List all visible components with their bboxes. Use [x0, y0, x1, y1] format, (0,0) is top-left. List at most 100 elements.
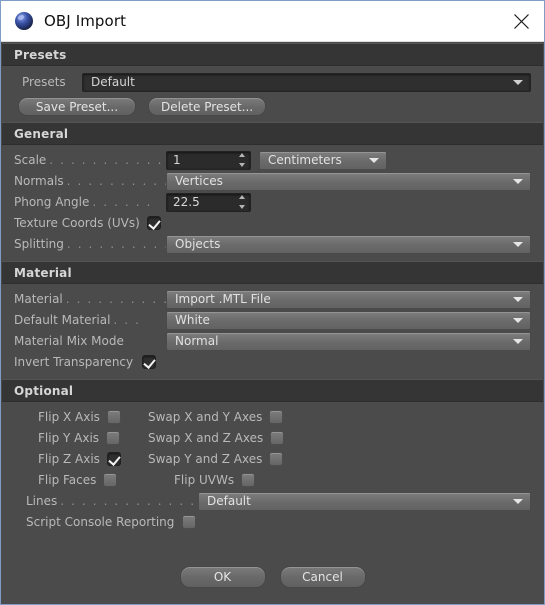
presets-dropdown[interactable]: Default	[82, 72, 531, 92]
ok-button[interactable]: OK	[179, 566, 266, 588]
material-mix-mode-value: Normal	[175, 334, 219, 348]
scale-input[interactable]: 1	[166, 150, 251, 170]
chevron-down-icon	[369, 158, 379, 163]
group-body-material: Material . . . . . . . . . . Import .MTL…	[2, 284, 543, 379]
row-flip-x-swap-xy: Flip X Axis Swap X and Y Axes	[2, 407, 543, 427]
phong-angle-input[interactable]: 22.5	[166, 192, 251, 212]
cancel-button[interactable]: Cancel	[279, 566, 366, 588]
row-texture-coords: Texture Coords (UVs)	[2, 213, 543, 233]
flip-y-axis-checkbox[interactable]	[106, 431, 121, 445]
flip-uvws-checkbox[interactable]	[241, 473, 256, 487]
lines-dropdown[interactable]: Default	[198, 491, 531, 511]
flip-uvws-label: Flip UVWs	[174, 473, 235, 487]
delete-preset-button[interactable]: Delete Preset...	[148, 97, 267, 116]
swap-y-z-axes-label: Swap Y and Z Axes	[148, 452, 263, 466]
material-mix-mode-dropdown[interactable]: Normal	[166, 331, 531, 351]
row-material-mix-mode: Material Mix Mode Normal	[2, 331, 543, 351]
phong-angle-stepper[interactable]	[238, 195, 246, 209]
material-mix-mode-label: Material Mix Mode	[14, 334, 124, 348]
close-icon[interactable]	[498, 1, 544, 41]
group-general: General Scale . . . . . . . . . . . . 1 …	[2, 122, 543, 261]
title-bar: OBJ Import	[1, 1, 544, 42]
save-preset-button[interactable]: Save Preset...	[18, 97, 136, 116]
row-invert-transparency: Invert Transparency	[2, 352, 543, 372]
flip-x-axis-checkbox[interactable]	[106, 410, 121, 424]
flip-y-axis-label: Flip Y Axis	[38, 431, 100, 445]
presets-label: Presets	[22, 75, 66, 89]
material-label: Material . . . . . . . . . .	[14, 292, 166, 306]
group-material: Material Material . . . . . . . . . . Im…	[2, 261, 543, 379]
lines-value: Default	[207, 494, 251, 508]
default-material-label: Default Material . . .	[14, 313, 141, 327]
normals-value: Vertices	[175, 174, 223, 188]
swap-x-z-axes-label: Swap X and Z Axes	[148, 431, 264, 445]
swap-y-z-axes-checkbox[interactable]	[269, 452, 284, 466]
window-title: OBJ Import	[44, 12, 127, 30]
row-script-console-reporting: Script Console Reporting	[2, 512, 543, 532]
group-body-presets: Presets Default Save Preset... Delete Pr…	[2, 66, 543, 122]
row-scale: Scale . . . . . . . . . . . . 1 Centimet…	[2, 150, 543, 170]
group-header-material: Material	[2, 261, 543, 284]
chevron-down-icon	[513, 499, 523, 504]
material-value: Import .MTL File	[175, 292, 271, 306]
flip-z-axis-cell: Flip Z Axis	[14, 452, 146, 466]
splitting-label: Splitting . . . . . . . . . .	[14, 237, 166, 251]
flip-faces-checkbox[interactable]	[103, 473, 118, 487]
splitting-value: Objects	[175, 237, 221, 251]
swap-y-z-axes-cell: Swap Y and Z Axes	[146, 452, 284, 466]
row-flip-z-swap-yz: Flip Z Axis Swap Y and Z Axes	[2, 449, 543, 469]
group-optional: Optional Flip X Axis Swap X and Y Axes F…	[2, 379, 543, 539]
presets-dropdown-value: Default	[91, 75, 135, 89]
row-normals: Normals . . . . . . . . . . Vertices	[2, 171, 543, 191]
row-flip-y-swap-xz: Flip Y Axis Swap X and Z Axes	[2, 428, 543, 448]
row-lines: Lines . . . . . . . . . . . . . . . Defa…	[2, 491, 543, 511]
chevron-down-icon	[513, 297, 523, 302]
texture-coords-checkbox[interactable]	[146, 216, 161, 230]
preset-buttons: Save Preset... Delete Preset...	[2, 97, 543, 116]
default-material-value: White	[175, 313, 210, 327]
row-flip-faces-flip-uvws: Flip Faces Flip UVWs	[2, 470, 543, 490]
default-material-dropdown[interactable]: White	[166, 310, 531, 330]
flip-z-axis-checkbox[interactable]	[106, 452, 121, 466]
chevron-down-icon	[513, 339, 523, 344]
group-header-presets: Presets	[2, 43, 543, 66]
flip-x-axis-cell: Flip X Axis	[14, 410, 146, 424]
invert-transparency-label: Invert Transparency	[14, 355, 134, 369]
phong-angle-value: 22.5	[173, 195, 200, 209]
script-console-reporting-checkbox[interactable]	[182, 515, 197, 529]
group-header-general: General	[2, 122, 543, 145]
scale-value: 1	[173, 153, 181, 167]
swap-x-z-axes-checkbox[interactable]	[270, 431, 285, 445]
scale-label: Scale . . . . . . . . . . . .	[14, 153, 166, 167]
invert-transparency-checkbox[interactable]	[142, 355, 157, 369]
row-default-material: Default Material . . . White	[2, 310, 543, 330]
phong-angle-label: Phong Angle . . . . . .	[14, 195, 152, 209]
group-presets: Presets Presets Default Save Preset... D…	[2, 43, 543, 122]
chevron-down-icon	[513, 80, 523, 85]
chevron-down-icon	[513, 242, 523, 247]
group-header-optional: Optional	[2, 379, 543, 402]
chevron-down-icon	[513, 179, 523, 184]
scale-stepper[interactable]	[238, 153, 246, 167]
flip-faces-cell: Flip Faces	[14, 473, 146, 487]
normals-dropdown[interactable]: Vertices	[166, 171, 531, 191]
scale-unit-dropdown[interactable]: Centimeters	[259, 150, 387, 170]
lines-label: Lines . . . . . . . . . . . . . . .	[26, 494, 198, 508]
swap-x-y-axes-checkbox[interactable]	[269, 410, 284, 424]
texture-coords-label: Texture Coords (UVs)	[14, 216, 140, 230]
flip-faces-label: Flip Faces	[38, 473, 97, 487]
material-dropdown[interactable]: Import .MTL File	[166, 289, 531, 309]
group-body-general: Scale . . . . . . . . . . . . 1 Centimet…	[2, 145, 543, 261]
dialog-footer: OK Cancel	[2, 551, 543, 603]
group-body-optional: Flip X Axis Swap X and Y Axes Flip Y Axi…	[2, 402, 543, 539]
dialog-body: Presets Presets Default Save Preset... D…	[2, 43, 543, 603]
script-console-reporting-label: Script Console Reporting	[26, 515, 175, 529]
flip-z-axis-label: Flip Z Axis	[38, 452, 100, 466]
flip-uvws-cell: Flip UVWs	[146, 473, 256, 487]
splitting-dropdown[interactable]: Objects	[166, 234, 531, 254]
obj-import-dialog: OBJ Import Presets Presets Default Save …	[0, 0, 545, 605]
row-splitting: Splitting . . . . . . . . . . Objects	[2, 234, 543, 254]
row-presets: Presets Default	[2, 71, 543, 93]
flip-x-axis-label: Flip X Axis	[38, 410, 100, 424]
row-material: Material . . . . . . . . . . Import .MTL…	[2, 289, 543, 309]
